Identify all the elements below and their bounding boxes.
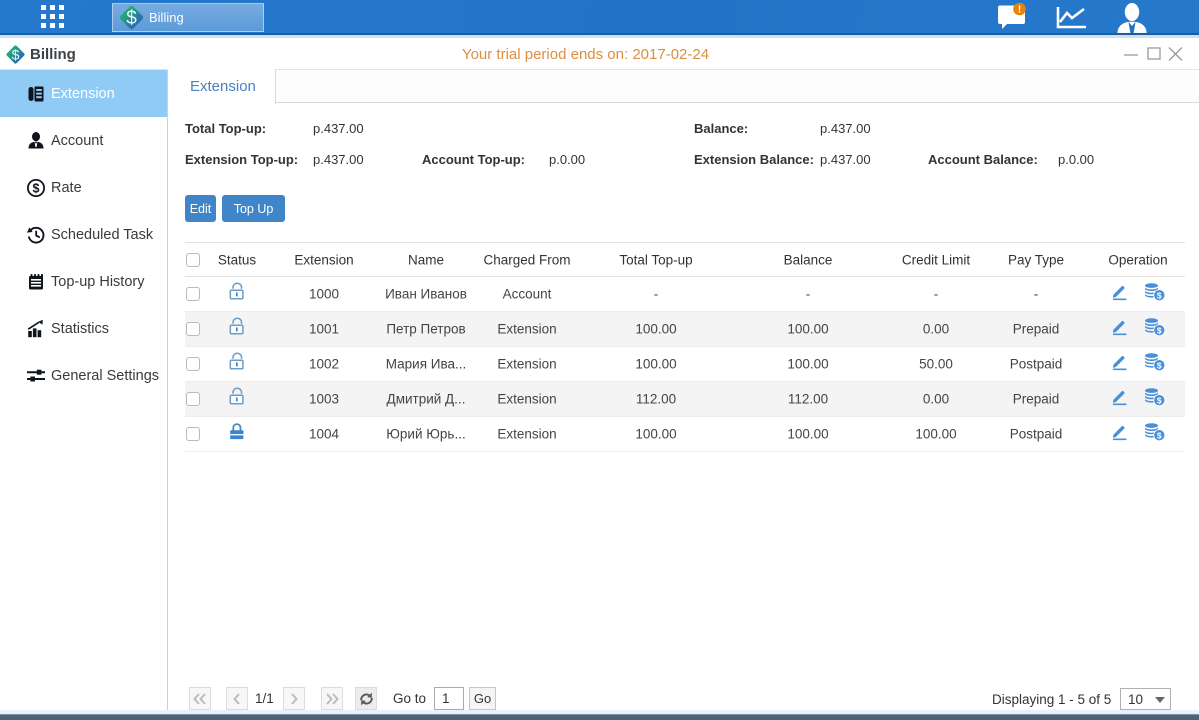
svg-text:$: $	[1157, 325, 1162, 335]
svg-text:!: !	[1018, 5, 1021, 16]
svg-text:$: $	[126, 8, 137, 29]
svg-text:$: $	[1157, 360, 1162, 370]
svg-text:$: $	[1157, 430, 1162, 440]
svg-text:$: $	[1157, 395, 1162, 405]
svg-text:$: $	[33, 181, 40, 195]
svg-text:$: $	[1157, 290, 1162, 300]
